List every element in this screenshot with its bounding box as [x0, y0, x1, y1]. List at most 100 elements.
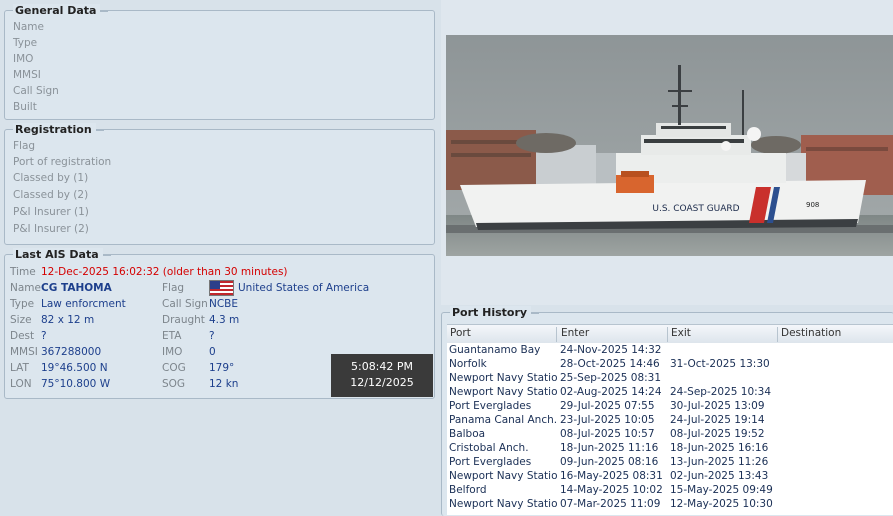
table-row[interactable]: Cristobal Anch. 18-Jun-2025 11:16 18-Jun…: [447, 442, 893, 456]
enter-cell: 08-Jul-2025 10:57: [560, 428, 655, 440]
port-cell: Newport Navy Station: [449, 470, 557, 482]
field-flag-label: Flag: [13, 140, 36, 152]
ais-imo-label: IMO: [162, 346, 183, 358]
ais-size-label: Size: [10, 314, 32, 326]
enter-cell: 07-Mar-2025 11:09: [560, 498, 661, 510]
table-row[interactable]: Port Everglades 09-Jun-2025 08:16 13-Jun…: [447, 456, 893, 470]
table-row[interactable]: Newport Navy Station 16-May-2025 08:31 0…: [447, 470, 893, 484]
port-cell: Cristobal Anch.: [449, 442, 529, 454]
table-row[interactable]: Guantanamo Bay 24-Nov-2025 14:32: [447, 344, 893, 358]
ais-name-value: CG TAHOMA: [41, 282, 112, 294]
ais-type-value: Law enforcment: [41, 298, 126, 310]
exit-cell: 31-Oct-2025 13:30: [670, 358, 770, 370]
ais-flag-label: Flag: [162, 282, 185, 294]
exit-cell: 24-Jul-2025 19:14: [670, 414, 765, 426]
registration-panel: Registration Flag Port of registration C…: [4, 123, 435, 245]
ais-title: Last AIS Data: [13, 248, 111, 261]
ais-dest-value: ?: [41, 330, 47, 342]
enter-cell: 29-Jul-2025 07:55: [560, 400, 655, 412]
field-type-label: Type: [13, 37, 38, 49]
ais-mmsi-value: 367288000: [41, 346, 102, 358]
enter-cell: 24-Nov-2025 14:32: [560, 344, 662, 356]
ais-sog-label: SOG: [162, 378, 186, 390]
ais-lat-value: 19°46.500 N: [41, 362, 108, 374]
ais-eta-label: ETA: [162, 330, 182, 342]
general-data-panel: General Data Name Type IMO MMSI Call Sig…: [4, 4, 435, 120]
clock-overlay: 5:08:42 PM 12/12/2025: [331, 354, 433, 397]
ais-type-label: Type: [10, 298, 35, 310]
port-history-header: Port Enter Exit Destination: [447, 324, 893, 344]
exit-cell: 13-Jun-2025 11:26: [670, 456, 769, 468]
ais-draught-label: Draught: [162, 314, 205, 326]
table-row[interactable]: Panama Canal Anch... 23-Jul-2025 10:05 2…: [447, 414, 893, 428]
table-row[interactable]: Newport Navy Station 07-Mar-2025 11:09 1…: [447, 498, 893, 512]
ais-lat-label: LAT: [10, 362, 29, 374]
port-cell: Norfolk: [449, 358, 487, 370]
col-port-header[interactable]: Port: [447, 327, 557, 342]
port-cell: Balboa: [449, 428, 486, 440]
table-row[interactable]: Balboa 08-Jul-2025 10:57 08-Jul-2025 19:…: [447, 428, 893, 442]
enter-cell: 02-Aug-2025 14:24: [560, 386, 662, 398]
enter-cell: 23-Jul-2025 10:05: [560, 414, 655, 426]
exit-cell: 12-May-2025 10:30: [670, 498, 773, 510]
table-row[interactable]: Port Everglades 29-Jul-2025 07:55 30-Jul…: [447, 400, 893, 414]
field-pi-insurer-2-label: P&I Insurer (2): [13, 223, 89, 235]
exit-cell: 24-Sep-2025 10:34: [670, 386, 772, 398]
ais-cog-label: COG: [162, 362, 186, 374]
field-pi-insurer-1-label: P&I Insurer (1): [13, 206, 89, 218]
field-built-label: Built: [13, 101, 37, 113]
table-row[interactable]: Newport Navy Station 02-Aug-2025 14:24 2…: [447, 386, 893, 400]
col-exit-header[interactable]: Exit: [668, 327, 778, 342]
ais-time-value: 12-Dec-2025 16:02:32 (older than 30 minu…: [41, 266, 288, 278]
ais-name-label: Name: [10, 282, 41, 294]
exit-cell: 30-Jul-2025 13:09: [670, 400, 765, 412]
registration-title: Registration: [13, 123, 104, 136]
port-cell: Newport Navy Station: [449, 372, 557, 384]
enter-cell: 28-Oct-2025 14:46: [560, 358, 660, 370]
ais-time-label: Time: [10, 266, 36, 278]
ais-size-value: 82 x 12 m: [41, 314, 95, 326]
ais-lon-value: 75°10.800 W: [41, 378, 111, 390]
table-row[interactable]: Belford 14-May-2025 10:02 15-May-2025 09…: [447, 484, 893, 498]
field-callsign-label: Call Sign: [13, 85, 59, 97]
enter-cell: 09-Jun-2025 08:16: [560, 456, 659, 468]
ais-draught-value: 4.3 m: [209, 314, 240, 326]
ais-callsign-value: NCBE: [209, 298, 239, 310]
port-history-title: Port History: [450, 306, 540, 319]
table-row[interactable]: Newport Navy Station 25-Sep-2025 08:31: [447, 372, 893, 386]
field-imo-label: IMO: [13, 53, 34, 65]
exit-cell: 18-Jun-2025 16:16: [670, 442, 769, 454]
port-cell: Newport Navy Station: [449, 498, 557, 510]
ais-flag-value[interactable]: United States of America: [238, 282, 369, 294]
vessel-photo[interactable]: U.S. COAST GUARD 908: [446, 35, 893, 256]
port-cell: Port Everglades: [449, 400, 532, 412]
field-classed-by-1-label: Classed by (1): [13, 172, 89, 184]
col-enter-header[interactable]: Enter: [558, 327, 668, 342]
clock-time: 5:08:42 PM: [350, 360, 414, 373]
table-row[interactable]: Norfolk 28-Oct-2025 14:46 31-Oct-2025 13…: [447, 358, 893, 372]
ais-cog-value: 179°: [209, 362, 235, 374]
ais-mmsi-label: MMSI: [10, 346, 38, 358]
field-classed-by-2-label: Classed by (2): [13, 189, 89, 201]
port-cell: Newport Navy Station: [449, 386, 557, 398]
port-cell: Belford: [449, 484, 487, 496]
port-cell: Guantanamo Bay: [449, 344, 541, 356]
field-mmsi-label: MMSI: [13, 69, 41, 81]
exit-cell: 02-Jun-2025 13:43: [670, 470, 769, 482]
hull-number: 908: [806, 201, 819, 209]
ais-eta-value: ?: [209, 330, 215, 342]
port-cell: Panama Canal Anch...: [449, 414, 557, 426]
port-history-table: Guantanamo Bay 24-Nov-2025 14:32 Norfolk…: [447, 343, 893, 515]
col-destination-header[interactable]: Destination: [778, 327, 893, 342]
ais-sog-value: 12 kn: [209, 378, 239, 390]
ais-dest-label: Dest: [10, 330, 35, 342]
exit-cell: 15-May-2025 09:49: [670, 484, 773, 496]
port-cell: Port Everglades: [449, 456, 532, 468]
hull-text: U.S. COAST GUARD: [652, 204, 739, 214]
ais-lon-label: LON: [10, 378, 32, 390]
ais-imo-value: 0: [209, 346, 216, 358]
general-data-title: General Data: [13, 4, 109, 17]
enter-cell: 18-Jun-2025 11:16: [560, 442, 659, 454]
enter-cell: 16-May-2025 08:31: [560, 470, 663, 482]
ais-callsign-label: Call Sign: [162, 298, 208, 310]
